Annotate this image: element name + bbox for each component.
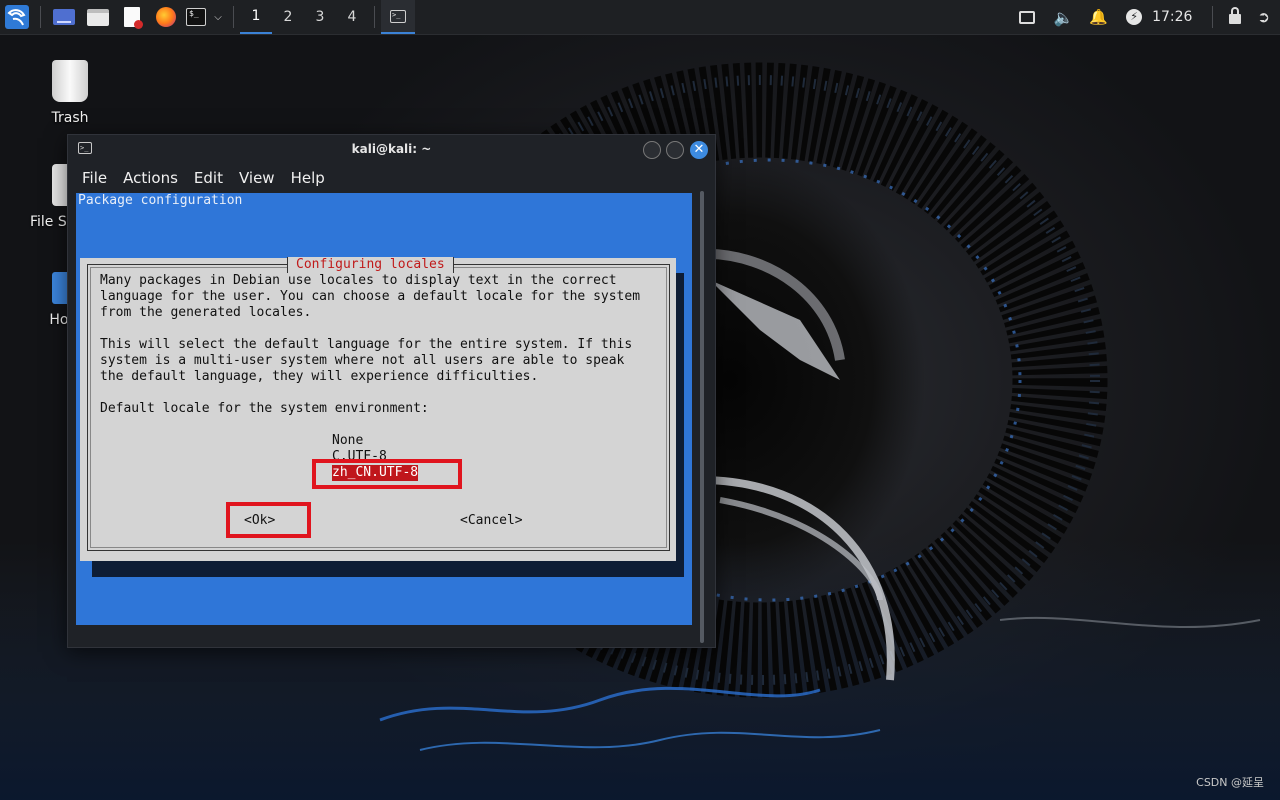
description-line: Many packages in Debian use locales to d…	[100, 273, 617, 288]
system-tray: 🔈 🔔 ⚡ 17:26 ➲	[1009, 0, 1280, 34]
chevron-down-icon: ⌵	[214, 11, 222, 23]
file-manager-button[interactable]	[81, 0, 115, 34]
power-icon[interactable]: ⚡	[1126, 9, 1143, 25]
description-line: This will select the default language fo…	[100, 337, 633, 352]
workspace-2[interactable]: 2	[272, 0, 304, 34]
configure-locales-dialog: Configuring locales Many packages in Deb…	[80, 257, 676, 561]
panel-separator	[374, 6, 375, 28]
dialog-description: Many packages in Debian use locales to d…	[100, 273, 640, 417]
trash-label: Trash	[51, 110, 89, 126]
ok-button[interactable]: <Ok>	[244, 513, 275, 529]
taskbar-terminal-window[interactable]: >_	[381, 0, 415, 34]
menu-actions[interactable]: Actions	[115, 169, 186, 187]
firefox-button[interactable]	[149, 0, 183, 34]
terminal-icon: $_	[186, 8, 206, 26]
kali-menu-button[interactable]	[0, 0, 34, 34]
volume-icon[interactable]: 🔈	[1053, 8, 1073, 27]
terminal-icon: >_	[390, 9, 406, 23]
package-configuration-header: Package configuration	[78, 193, 243, 208]
menubar: File Actions Edit View Help	[74, 165, 333, 191]
display-icon[interactable]	[1019, 10, 1036, 24]
locale-option-zh-cn-utf8[interactable]: zh_CN.UTF-8	[332, 465, 419, 481]
folder-icon	[87, 8, 109, 26]
kali-logo-icon	[5, 5, 29, 29]
terminal-window: >_ kali@kali: ~ ✕ File Actions Edit View…	[67, 134, 716, 648]
description-line: language for the user. You can choose a …	[100, 289, 641, 304]
desktop-icon	[53, 9, 75, 25]
close-icon: ✕	[693, 142, 705, 157]
terminal-screen[interactable]: Package configuration Configuring locale…	[76, 193, 692, 625]
watermark: CSDN @延呈	[1196, 776, 1264, 789]
workspace-4[interactable]: 4	[336, 0, 368, 34]
lock-icon[interactable]	[1229, 7, 1242, 24]
menu-file[interactable]: File	[74, 169, 115, 187]
terminal-scrollbar[interactable]	[700, 191, 704, 643]
menu-help[interactable]: Help	[283, 169, 333, 187]
window-titlebar[interactable]: >_ kali@kali: ~ ✕	[68, 135, 715, 165]
text-editor-icon	[124, 7, 143, 29]
menu-edit[interactable]: Edit	[186, 169, 231, 187]
cancel-button[interactable]: <Cancel>	[460, 513, 523, 529]
close-button[interactable]: ✕	[690, 141, 708, 159]
logout-icon[interactable]: ➲	[1257, 8, 1270, 26]
clock[interactable]: 17:26	[1152, 9, 1192, 25]
description-line: from the generated locales.	[100, 305, 312, 320]
maximize-button[interactable]	[666, 141, 684, 159]
top-panel: $_ ⌵ 1 2 3 4 >_ 🔈 🔔 ⚡ 17:26 ➲	[0, 0, 1280, 35]
locale-option-c-utf8[interactable]: C.UTF-8	[332, 449, 387, 465]
firefox-icon	[156, 7, 176, 27]
description-line: the default language, they will experien…	[100, 369, 539, 384]
window-title: kali@kali: ~	[351, 142, 432, 156]
panel-separator	[233, 6, 234, 28]
desktop-trash[interactable]: Trash	[20, 60, 120, 126]
panel-separator	[1212, 6, 1214, 28]
menu-view[interactable]: View	[231, 169, 283, 187]
launcher-dropdown[interactable]: ⌵	[209, 0, 227, 34]
workspace-3[interactable]: 3	[304, 0, 336, 34]
minimize-button[interactable]	[643, 141, 661, 159]
text-editor-button[interactable]	[115, 0, 149, 34]
notification-bell-icon[interactable]: 🔔	[1089, 8, 1108, 26]
trash-icon	[52, 60, 88, 102]
show-desktop-button[interactable]	[47, 0, 81, 34]
description-line: Default locale for the system environmen…	[100, 401, 429, 416]
description-line: system is a multi-user system where not …	[100, 353, 625, 368]
dialog-title: Configuring locales	[287, 257, 454, 273]
terminal-launcher-button[interactable]: $_	[183, 0, 209, 34]
locale-option-none[interactable]: None	[332, 433, 363, 449]
workspace-1[interactable]: 1	[240, 0, 272, 34]
panel-separator	[40, 6, 41, 28]
